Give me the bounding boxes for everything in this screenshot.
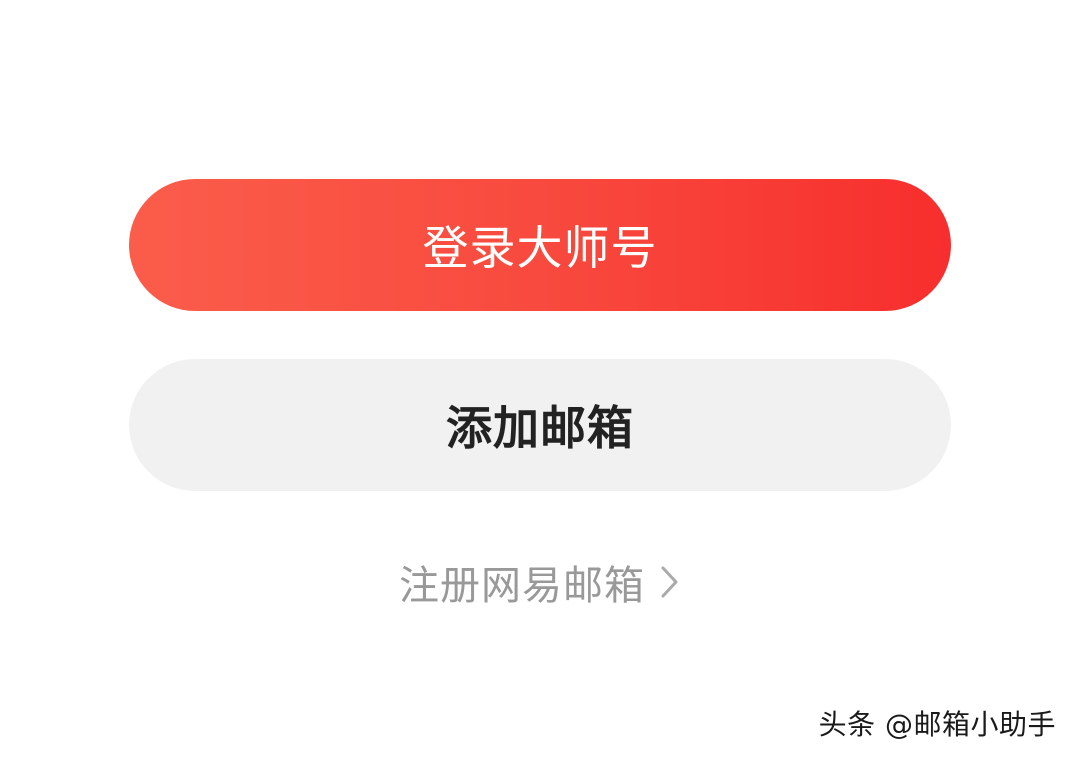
login-master-account-label: 登录大师号 bbox=[422, 222, 658, 274]
chevron-right-icon bbox=[661, 566, 678, 598]
add-mailbox-label: 添加邮箱 bbox=[446, 402, 634, 454]
mail-login-screen: 登录大师号 添加邮箱 注册网易邮箱 头条 @邮箱小助手 bbox=[0, 0, 1080, 761]
login-master-account-button[interactable]: 登录大师号 bbox=[129, 179, 951, 311]
add-mailbox-button[interactable]: 添加邮箱 bbox=[129, 359, 951, 491]
register-netease-mail-link[interactable]: 注册网易邮箱 bbox=[0, 552, 1080, 612]
source-watermark: 头条 @邮箱小助手 bbox=[818, 708, 1056, 741]
register-netease-mail-label: 注册网易邮箱 bbox=[399, 563, 645, 609]
